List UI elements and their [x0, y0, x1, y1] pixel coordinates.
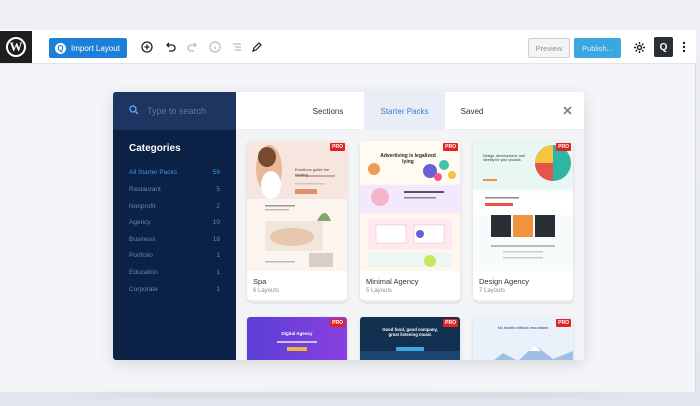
thumbnail-headline: Emotions guide the healing — [295, 167, 330, 177]
qubely-icon: Q — [55, 42, 66, 54]
category-label: All Starter Packs — [129, 169, 178, 176]
tab-sections[interactable]: Sections — [292, 92, 364, 130]
gear-icon[interactable] — [632, 40, 646, 54]
thumbnail-headline: Design, development, and identity for yo… — [483, 154, 525, 162]
thumbnail-headline: Digital Agency — [281, 331, 313, 336]
list-view-icon[interactable] — [230, 40, 244, 54]
category-sidebar: Categories All Starter Packs 58 Restauran… — [113, 92, 236, 360]
category-label: Agency — [129, 219, 151, 226]
import-layout-button[interactable]: Q Import Layout — [49, 38, 127, 58]
layout-library-modal: Categories All Starter Packs 58 Restauran… — [113, 92, 584, 360]
category-label: Education — [129, 269, 158, 276]
more-vertical-icon[interactable] — [677, 40, 691, 54]
category-count: 1 — [216, 252, 220, 259]
card-title: Design Agency — [479, 277, 530, 286]
starter-pack-card-travel[interactable]: No health without mountains PRO — [473, 317, 573, 360]
card-title: Spa — [253, 277, 267, 286]
category-count: 10 — [212, 219, 220, 226]
starter-pack-card-design-agency[interactable]: Design, development, and identity for yo… — [473, 141, 573, 300]
pro-badge: PRO — [330, 319, 345, 327]
category-education[interactable]: Education 1 — [129, 269, 220, 276]
starter-pack-grid: Emotions guide the healing PRO Spa 6 Lay… — [236, 130, 584, 360]
publish-button[interactable]: Publish... — [574, 38, 621, 58]
close-icon[interactable] — [563, 104, 572, 118]
thumbnail-headline: Good food, good company, great listening… — [382, 327, 438, 337]
category-portfolio[interactable]: Portfolio 1 — [129, 252, 220, 259]
starter-pack-card-digital-agency[interactable]: Digital Agency PRO — [247, 317, 347, 360]
category-corporate[interactable]: Corporate 1 — [129, 286, 220, 293]
card-layout-count: 5 Layouts — [366, 288, 393, 294]
category-label: Portfolio — [129, 252, 153, 259]
pro-badge: PRO — [443, 319, 458, 327]
qubely-toggle-button[interactable]: Q — [654, 37, 673, 57]
category-all-starter-packs[interactable]: All Starter Packs 58 — [129, 169, 220, 176]
edit-icon[interactable] — [250, 40, 264, 54]
categories-heading: Categories — [129, 143, 181, 154]
category-count: 18 — [212, 236, 220, 243]
category-business[interactable]: Business 18 — [129, 236, 220, 243]
card-thumbnail: Emotions guide the healing — [247, 141, 347, 271]
redo-icon[interactable] — [186, 40, 200, 54]
tab-saved[interactable]: Saved — [445, 92, 499, 130]
category-label: Corporate — [129, 286, 158, 293]
preview-button[interactable]: Preview — [528, 38, 570, 58]
search-box — [113, 92, 236, 130]
pro-badge: PRO — [556, 143, 571, 151]
search-input[interactable] — [147, 106, 227, 116]
info-icon[interactable] — [208, 40, 222, 54]
category-count: 1 — [216, 269, 220, 276]
card-thumbnail: Design, development, and identity for yo… — [473, 141, 573, 271]
card-layout-count: 6 Layouts — [253, 288, 280, 294]
import-layout-label: Import Layout — [71, 43, 120, 53]
wordpress-icon: W — [6, 37, 26, 57]
undo-icon[interactable] — [163, 40, 177, 54]
category-count: 1 — [216, 286, 220, 293]
thumbnail-headline: No health without mountains — [497, 325, 549, 330]
pro-badge: PRO — [443, 143, 458, 151]
canvas-shadow — [70, 392, 630, 398]
category-count: 2 — [216, 203, 220, 210]
add-block-icon[interactable] — [140, 40, 154, 54]
wordpress-logo[interactable]: W — [0, 31, 32, 63]
search-icon — [129, 102, 139, 120]
starter-pack-card-minimal-agency[interactable]: Advertising is legalized lying PRO Minim… — [360, 141, 460, 300]
category-restaurant[interactable]: Restaurant 5 — [129, 186, 220, 193]
starter-pack-card-spa[interactable]: Emotions guide the healing PRO Spa 6 Lay… — [247, 141, 347, 300]
library-tabs: Sections Starter Packs Saved — [236, 92, 584, 130]
category-label: Nonprofit — [129, 203, 156, 210]
category-nonprofit[interactable]: Nonprofit 2 — [129, 203, 220, 210]
category-label: Business — [129, 236, 156, 243]
category-agency[interactable]: Agency 10 — [129, 219, 220, 226]
pro-badge: PRO — [556, 319, 571, 327]
category-label: Restaurant — [129, 186, 161, 193]
card-layout-count: 7 Layouts — [479, 288, 506, 294]
category-count: 58 — [212, 169, 220, 176]
card-thumbnail: Advertising is legalized lying — [360, 141, 460, 271]
tab-starter-packs[interactable]: Starter Packs — [364, 92, 445, 130]
card-title: Minimal Agency — [366, 277, 419, 286]
starter-pack-card-restaurant[interactable]: Good food, good company, great listening… — [360, 317, 460, 360]
thumbnail-headline: Advertising is legalized lying — [380, 153, 436, 165]
category-count: 5 — [216, 186, 220, 193]
pro-badge: PRO — [330, 143, 345, 151]
